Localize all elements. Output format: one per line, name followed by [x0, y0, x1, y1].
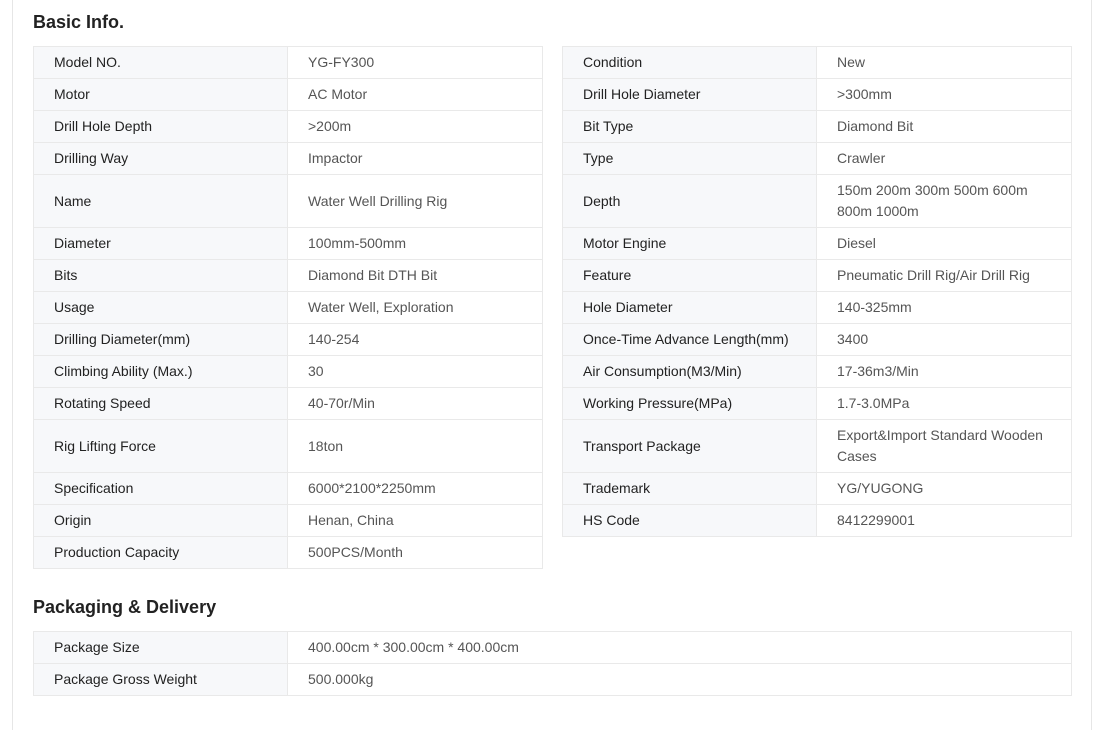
table-row: Specification 6000*2100*2250mm [33, 472, 543, 505]
spec-value: Export&Import Standard Wooden Cases [816, 419, 1072, 473]
table-row: Rotating Speed 40-70r/Min [33, 387, 543, 420]
spec-value: 500.000kg [287, 663, 1072, 696]
table-row: Package Size 400.00cm * 300.00cm * 400.00… [33, 631, 1072, 664]
spec-value: Diamond Bit DTH Bit [287, 259, 543, 292]
spec-label: Bit Type [562, 110, 817, 143]
table-row: Climbing Ability (Max.) 30 [33, 355, 543, 388]
spec-label: Origin [33, 504, 288, 537]
table-row: Model NO. YG-FY300 [33, 46, 543, 79]
packaging-table: Package Size 400.00cm * 300.00cm * 400.00… [33, 631, 1072, 696]
spec-label: Rig Lifting Force [33, 419, 288, 473]
table-row: Usage Water Well, Exploration [33, 291, 543, 324]
spec-value: Diesel [816, 227, 1072, 260]
table-row: Rig Lifting Force 18ton [33, 419, 543, 473]
spec-value: 40-70r/Min [287, 387, 543, 420]
spec-label: Model NO. [33, 46, 288, 79]
table-row: Feature Pneumatic Drill Rig/Air Drill Rig [562, 259, 1072, 292]
spec-label: Feature [562, 259, 817, 292]
spec-label: Diameter [33, 227, 288, 260]
spec-value: 100mm-500mm [287, 227, 543, 260]
spec-label: Specification [33, 472, 288, 505]
spec-value: 140-254 [287, 323, 543, 356]
table-row: Transport Package Export&Import Standard … [562, 419, 1072, 473]
table-row: Package Gross Weight 500.000kg [33, 663, 1072, 696]
spec-value: 140-325mm [816, 291, 1072, 324]
basic-info-table-right: Condition New Drill Hole Diameter >300mm B… [562, 46, 1072, 537]
spec-value: Impactor [287, 142, 543, 175]
spec-value: 8412299001 [816, 504, 1072, 537]
spec-label: Hole Diameter [562, 291, 817, 324]
table-row: Depth 150m 200m 300m 500m 600m 800m 1000m [562, 174, 1072, 228]
spec-label: Motor Engine [562, 227, 817, 260]
table-row: Bit Type Diamond Bit [562, 110, 1072, 143]
spec-label: Package Gross Weight [33, 663, 288, 696]
table-row: Diameter 100mm-500mm [33, 227, 543, 260]
table-row: Working Pressure(MPa) 1.7-3.0MPa [562, 387, 1072, 420]
table-row: Hole Diameter 140-325mm [562, 291, 1072, 324]
spec-label: Rotating Speed [33, 387, 288, 420]
spec-value: 6000*2100*2250mm [287, 472, 543, 505]
spec-label: Air Consumption(M3/Min) [562, 355, 817, 388]
packaging-delivery-heading: Packaging & Delivery [33, 597, 217, 617]
table-row: Production Capacity 500PCS/Month [33, 536, 543, 569]
spec-value: Crawler [816, 142, 1072, 175]
table-row: Drill Hole Depth >200m [33, 110, 543, 143]
spec-value: YG/YUGONG [816, 472, 1072, 505]
spec-value: 18ton [287, 419, 543, 473]
basic-info-table-left: Model NO. YG-FY300 Motor AC Motor Drill Ho… [33, 46, 543, 569]
spec-label: Drill Hole Depth [33, 110, 288, 143]
spec-label: Name [33, 174, 288, 228]
spec-label: Production Capacity [33, 536, 288, 569]
spec-value: Pneumatic Drill Rig/Air Drill Rig [816, 259, 1072, 292]
spec-label: Climbing Ability (Max.) [33, 355, 288, 388]
basic-info-heading: Basic Info. [33, 12, 125, 32]
spec-label: Depth [562, 174, 817, 228]
table-row: Name Water Well Drilling Rig [33, 174, 543, 228]
spec-label: Working Pressure(MPa) [562, 387, 817, 420]
spec-value: 17-36m3/Min [816, 355, 1072, 388]
table-row: Origin Henan, China [33, 504, 543, 537]
spec-label: Usage [33, 291, 288, 324]
table-row: Drilling Diameter(mm) 140-254 [33, 323, 543, 356]
table-row: Motor AC Motor [33, 78, 543, 111]
spec-value: New [816, 46, 1072, 79]
table-row: Condition New [562, 46, 1072, 79]
spec-label: Drill Hole Diameter [562, 78, 817, 111]
table-row: Type Crawler [562, 142, 1072, 175]
spec-label: Motor [33, 78, 288, 111]
spec-label: Package Size [33, 631, 288, 664]
spec-label: Type [562, 142, 817, 175]
spec-value: Water Well Drilling Rig [287, 174, 543, 228]
spec-value: Diamond Bit [816, 110, 1072, 143]
spec-value: Water Well, Exploration [287, 291, 543, 324]
spec-label: Once-Time Advance Length(mm) [562, 323, 817, 356]
spec-value: 30 [287, 355, 543, 388]
spec-label: Drilling Diameter(mm) [33, 323, 288, 356]
spec-label: Transport Package [562, 419, 817, 473]
spec-value: 150m 200m 300m 500m 600m 800m 1000m [816, 174, 1072, 228]
spec-value: >300mm [816, 78, 1072, 111]
product-details-panel: Basic Info. Model NO. YG-FY300 Motor AC Mo… [12, 0, 1092, 730]
spec-label: Drilling Way [33, 142, 288, 175]
spec-value: AC Motor [287, 78, 543, 111]
table-row: Bits Diamond Bit DTH Bit [33, 259, 543, 292]
spec-value: 400.00cm * 300.00cm * 400.00cm [287, 631, 1072, 664]
table-row: Once-Time Advance Length(mm) 3400 [562, 323, 1072, 356]
spec-label: Condition [562, 46, 817, 79]
spec-value: 1.7-3.0MPa [816, 387, 1072, 420]
spec-value: 3400 [816, 323, 1072, 356]
spec-label: Trademark [562, 472, 817, 505]
table-row: Motor Engine Diesel [562, 227, 1072, 260]
table-row: Air Consumption(M3/Min) 17-36m3/Min [562, 355, 1072, 388]
table-row: Trademark YG/YUGONG [562, 472, 1072, 505]
spec-value: 500PCS/Month [287, 536, 543, 569]
spec-value: >200m [287, 110, 543, 143]
spec-value: YG-FY300 [287, 46, 543, 79]
spec-label: HS Code [562, 504, 817, 537]
table-row: HS Code 8412299001 [562, 504, 1072, 537]
spec-value: Henan, China [287, 504, 543, 537]
table-row: Drilling Way Impactor [33, 142, 543, 175]
table-row: Drill Hole Diameter >300mm [562, 78, 1072, 111]
spec-label: Bits [33, 259, 288, 292]
